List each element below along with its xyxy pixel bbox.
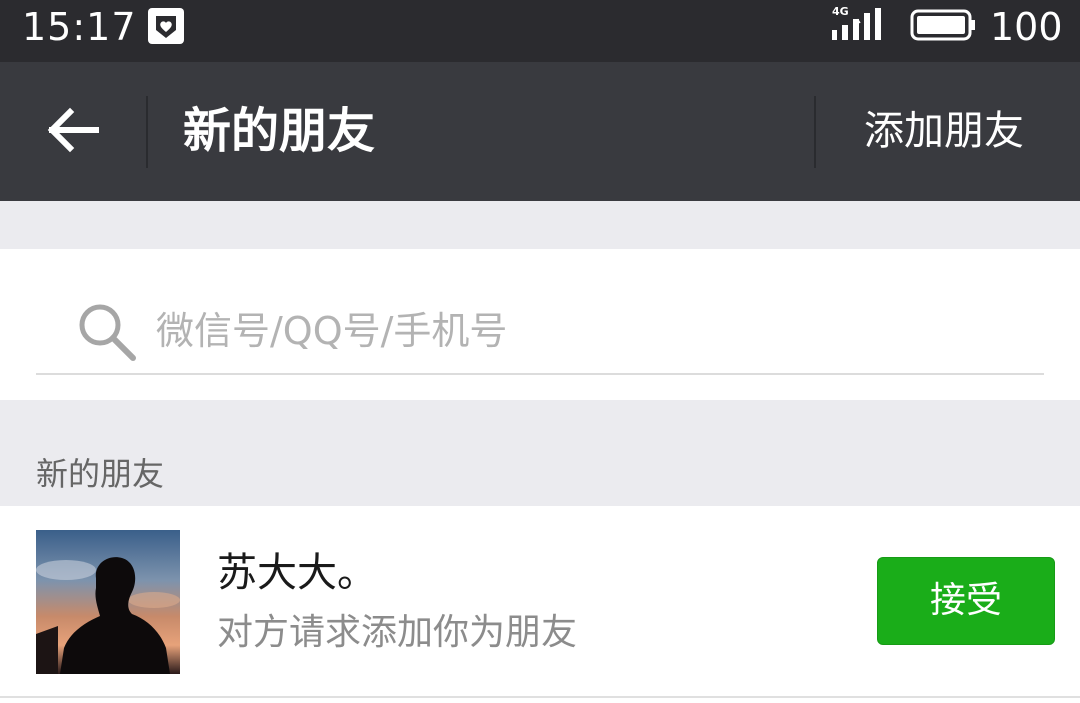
search-underline [36,373,1044,375]
heart-notification-icon [148,8,184,44]
row-divider [0,696,1080,698]
battery-icon [910,9,976,41]
add-friend-button[interactable]: 添加朋友 [864,98,1024,164]
title-divider [814,96,816,168]
search-icon [76,301,138,363]
title-divider [146,96,148,168]
status-time: 15:17 [22,5,137,49]
search-input[interactable] [156,301,1016,361]
accept-button[interactable]: 接受 [877,557,1055,645]
friend-name: 苏大大。 [217,550,377,596]
search-bar [0,249,1080,400]
section-header: 新的朋友 [0,400,1080,506]
spacer [0,201,1080,249]
friend-request-item[interactable]: 苏大大。 对方请求添加你为朋友 接受 [0,506,1080,696]
title-bar: 新的朋友 添加朋友 [0,62,1080,201]
request-message: 对方请求添加你为朋友 [217,612,578,653]
status-bar: 15:17 4G 100 [0,0,1080,62]
section-title: 新的朋友 [36,455,165,493]
avatar[interactable] [36,530,180,674]
battery-percent: 100 [990,5,1063,49]
back-arrow-icon[interactable] [46,103,100,157]
signal-icon: 4G [832,6,890,44]
page-title: 新的朋友 [183,103,376,159]
